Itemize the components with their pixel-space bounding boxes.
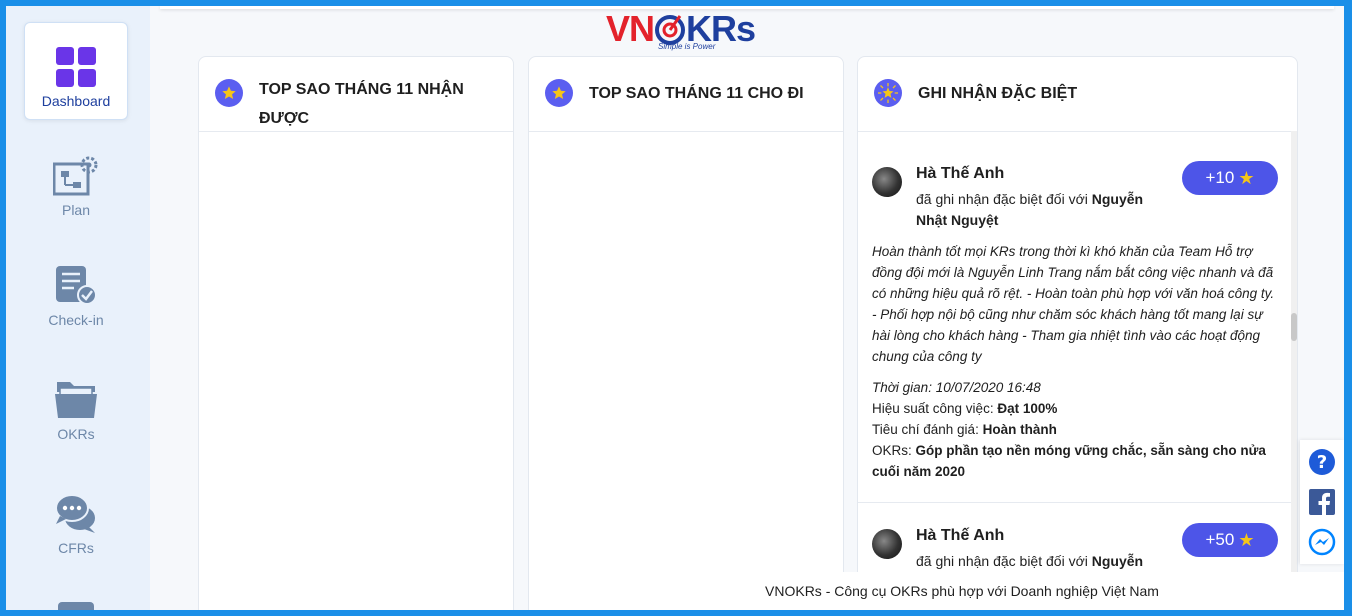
star-burst-icon <box>874 79 902 107</box>
sidebar-item-label: OKRs <box>57 426 95 442</box>
criteria-row: Tiêu chí đánh giá: Hoàn thành <box>872 422 1057 437</box>
target-icon <box>655 15 686 45</box>
sidebar-item-label: CFRs <box>58 540 94 556</box>
panel-title: TOP SAO THÁNG 11 CHO ĐI <box>589 85 804 102</box>
check-in-icon <box>56 266 97 305</box>
recognition-time: Thời gian: 10/07/2020 16:48 <box>872 380 1041 395</box>
panel-special-recognition: GHI NHẬN ĐẶC BIỆT Hà Thế Anh đã ghi nhận… <box>857 56 1298 610</box>
avatar[interactable] <box>872 529 902 559</box>
svg-text:?: ? <box>1317 452 1327 473</box>
plan-icon <box>53 156 98 196</box>
panel-title: TOP SAO THÁNG 11 NHẬN ĐƯỢC <box>259 81 464 127</box>
recognition-action: đã ghi nhận đặc biệt đối với Nguyễn <box>916 553 1144 569</box>
panel-header: TOP SAO THÁNG 11 CHO ĐI <box>529 57 843 132</box>
recognition-message: Hoàn thành tốt mọi KRs trong thời kì khó… <box>872 244 1275 364</box>
logo-tagline: Simple is Power <box>658 42 716 51</box>
recipient-name[interactable]: Nguyễn <box>1092 553 1143 569</box>
sidebar-item-partial <box>58 602 94 610</box>
sidebar-item-dashboard[interactable]: Dashboard <box>24 22 128 120</box>
sidebar-item-check-in[interactable]: Check-in <box>24 240 128 338</box>
sidebar-item-plan[interactable]: Plan <box>24 130 128 228</box>
top-bar: VN KRs Simple is Power <box>150 6 1344 56</box>
panel-top-stars-received: TOP SAO THÁNG 11 NHẬN ĐƯỢC <box>198 56 514 610</box>
recognition-details: Thời gian: 10/07/2020 16:48 Hiệu suất cô… <box>872 377 1282 482</box>
messenger-icon[interactable] <box>1308 528 1336 556</box>
footer: VNOKRs - Công cụ OKRs phù hợp với Doanh … <box>580 572 1344 610</box>
recognition-action: đã ghi nhận đặc biệt đối với Nguyễn Nhật… <box>916 191 1144 228</box>
avatar[interactable] <box>872 167 902 197</box>
star-icon <box>545 79 573 107</box>
panel-header: TOP SAO THÁNG 11 NHẬN ĐƯỢC <box>199 57 513 132</box>
author-name[interactable]: Hà Thế Anh <box>916 165 1004 183</box>
sidebar-item-cfrs[interactable]: CFRs <box>24 468 128 566</box>
dashboard-icon <box>56 47 96 87</box>
help-icon[interactable]: ? <box>1308 448 1336 476</box>
sidebar-item-okrs[interactable]: OKRs <box>24 354 128 452</box>
panel-title: GHI NHẬN ĐẶC BIỆT <box>918 85 1078 102</box>
footer-text: VNOKRs - Công cụ OKRs phù hợp với Doanh … <box>765 583 1159 599</box>
sidebar-item-label: Check-in <box>48 312 104 328</box>
star-icon <box>215 79 243 107</box>
item-divider <box>858 502 1291 503</box>
scrollbar-thumb[interactable] <box>1291 313 1297 341</box>
panel-header: GHI NHẬN ĐẶC BIỆT <box>858 57 1297 132</box>
points-badge: +10 ★ <box>1182 161 1278 195</box>
performance-row: Hiệu suất công việc: Đạt 100% <box>872 401 1058 416</box>
okrs-row: OKRs: Góp phần tạo nền móng vững chắc, s… <box>872 443 1266 479</box>
scrollbar-track[interactable] <box>1291 131 1297 610</box>
floating-support-bar: ? <box>1300 440 1344 564</box>
vnokrs-logo[interactable]: VN KRs Simple is Power <box>606 10 766 52</box>
sidebar-item-label: Plan <box>61 202 91 218</box>
points-badge: +50 ★ <box>1182 523 1278 557</box>
okrs-folder-icon <box>55 382 97 418</box>
cfrs-chat-icon <box>55 494 95 533</box>
author-name[interactable]: Hà Thế Anh <box>916 527 1004 545</box>
panel-top-stars-given: TOP SAO THÁNG 11 CHO ĐI <box>528 56 844 610</box>
star-icon: ★ <box>1238 529 1255 550</box>
sidebar-item-label: Dashboard <box>41 93 111 109</box>
star-icon: ★ <box>1238 167 1255 188</box>
sidebar: Dashboard Plan Check-in OKRs CFRs <box>6 6 150 610</box>
facebook-icon[interactable] <box>1308 488 1336 516</box>
app-window: Dashboard Plan Check-in OKRs CFRs VN KRs… <box>6 6 1344 610</box>
